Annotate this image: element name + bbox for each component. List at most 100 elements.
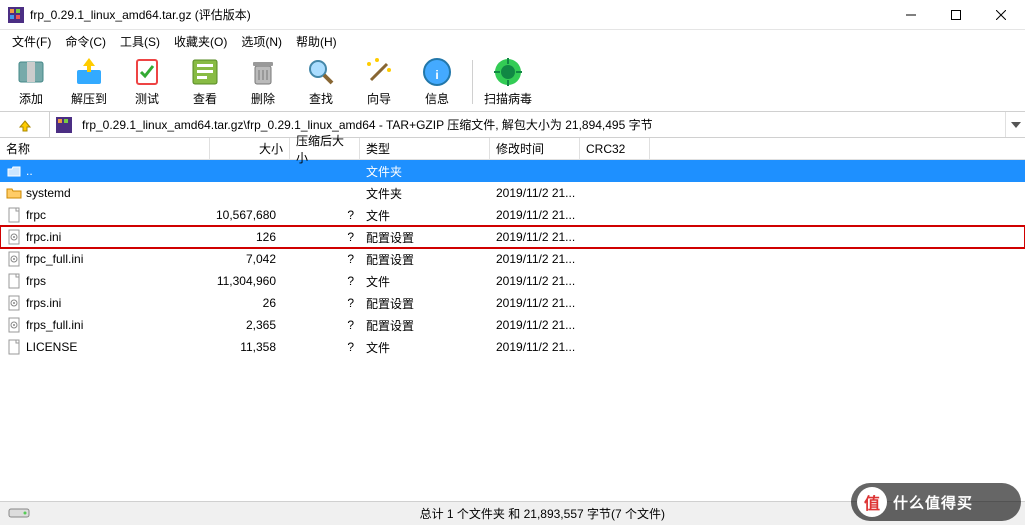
cell-packed: ? <box>290 340 360 354</box>
col-size[interactable]: 大小 <box>210 138 290 159</box>
search-icon <box>305 56 337 88</box>
cell-date: 2019/11/2 21... <box>490 296 580 310</box>
cell-size: 2,365 <box>210 318 290 332</box>
cell-packed: ? <box>290 318 360 332</box>
watermark-text: 什么值得买 <box>893 492 973 513</box>
menu-command[interactable]: 命令(C) <box>59 31 112 52</box>
watermark: 值 什么值得买 <box>851 483 1021 521</box>
cell-date: 2019/11/2 21... <box>490 208 580 222</box>
menu-options[interactable]: 选项(N) <box>235 31 288 52</box>
path-input[interactable] <box>78 112 1005 137</box>
cell-name: frpc <box>0 207 210 223</box>
col-type[interactable]: 类型 <box>360 138 490 159</box>
col-packed[interactable]: 压缩后大小 <box>290 138 360 159</box>
close-button[interactable] <box>978 1 1023 29</box>
svg-text:i: i <box>435 68 438 82</box>
wizard-button[interactable]: 向导 <box>354 56 404 107</box>
cell-type: 配置设置 <box>360 251 490 268</box>
table-row[interactable]: systemd 文件夹2019/11/2 21... <box>0 182 1025 204</box>
cell-name: frpc.ini <box>0 229 210 245</box>
col-name[interactable]: 名称 <box>0 138 210 159</box>
virus-icon <box>492 56 524 88</box>
cell-type: 文件 <box>360 273 490 290</box>
table-row[interactable]: frpc.ini126?配置设置2019/11/2 21... <box>0 226 1025 248</box>
test-button[interactable]: 测试 <box>122 56 172 107</box>
menu-file[interactable]: 文件(F) <box>6 31 57 52</box>
cell-date: 2019/11/2 21... <box>490 318 580 332</box>
window-title: frp_0.29.1_linux_amd64.tar.gz (评估版本) <box>30 6 888 23</box>
table-row[interactable]: frps.ini26?配置设置2019/11/2 21... <box>0 292 1025 314</box>
drive-icon <box>8 506 30 523</box>
menu-favorites[interactable]: 收藏夹(O) <box>168 31 233 52</box>
cell-date: 2019/11/2 21... <box>490 340 580 354</box>
archive-icon-small <box>50 112 78 137</box>
table-row[interactable]: .. 文件夹 <box>0 160 1025 182</box>
cell-type: 文件夹 <box>360 163 490 180</box>
menu-help[interactable]: 帮助(H) <box>290 31 343 52</box>
extract-button[interactable]: 解压到 <box>64 56 114 107</box>
table-row[interactable]: LICENSE11,358?文件2019/11/2 21... <box>0 336 1025 358</box>
cell-packed: ? <box>290 274 360 288</box>
delete-button[interactable]: 删除 <box>238 56 288 107</box>
wand-icon <box>363 56 395 88</box>
extract-icon <box>73 56 105 88</box>
cell-size: 126 <box>210 230 290 244</box>
cell-name: .. <box>0 163 210 179</box>
file-list[interactable]: ..文件夹systemd文件夹2019/11/2 21...frpc10,567… <box>0 160 1025 490</box>
pathbar <box>0 112 1025 138</box>
cell-packed: ? <box>290 296 360 310</box>
minimize-button[interactable] <box>888 1 933 29</box>
cell-name: frps_full.ini <box>0 317 210 333</box>
cell-size: 10,567,680 <box>210 208 290 222</box>
toolbar: 添加 解压到 测试 查看 删除 查找 向导 i信息 扫描病毒 <box>0 52 1025 112</box>
view-button[interactable]: 查看 <box>180 56 230 107</box>
cell-packed: ? <box>290 208 360 222</box>
col-date[interactable]: 修改时间 <box>490 138 580 159</box>
status-text: 总计 1 个文件夹 和 21,893,557 字节(7 个文件) <box>420 505 665 522</box>
find-button[interactable]: 查找 <box>296 56 346 107</box>
cell-type: 文件 <box>360 207 490 224</box>
cell-packed: ? <box>290 252 360 266</box>
view-icon <box>189 56 221 88</box>
cell-name: frps.ini <box>0 295 210 311</box>
cell-type: 文件夹 <box>360 185 490 202</box>
cell-packed: ? <box>290 230 360 244</box>
cell-name: frps <box>0 273 210 289</box>
cell-name: systemd <box>0 185 210 201</box>
archive-icon <box>15 56 47 88</box>
table-row[interactable]: frps11,304,960?文件2019/11/2 21... <box>0 270 1025 292</box>
cell-size: 7,042 <box>210 252 290 266</box>
cell-size: 26 <box>210 296 290 310</box>
cell-date: 2019/11/2 21... <box>490 230 580 244</box>
scan-button[interactable]: 扫描病毒 <box>483 56 533 107</box>
menubar: 文件(F) 命令(C) 工具(S) 收藏夹(O) 选项(N) 帮助(H) <box>0 30 1025 52</box>
app-icon <box>8 7 24 23</box>
table-row[interactable]: frpc10,567,680?文件2019/11/2 21... <box>0 204 1025 226</box>
cell-type: 配置设置 <box>360 317 490 334</box>
column-headers: 名称 大小 压缩后大小 类型 修改时间 CRC32 <box>0 138 1025 160</box>
up-folder-button[interactable] <box>0 112 50 137</box>
info-button[interactable]: i信息 <box>412 56 462 107</box>
col-crc[interactable]: CRC32 <box>580 138 650 159</box>
toolbar-separator <box>472 60 473 104</box>
table-row[interactable]: frps_full.ini2,365?配置设置2019/11/2 21... <box>0 314 1025 336</box>
cell-date: 2019/11/2 21... <box>490 274 580 288</box>
cell-date: 2019/11/2 21... <box>490 186 580 200</box>
table-row[interactable]: frpc_full.ini7,042?配置设置2019/11/2 21... <box>0 248 1025 270</box>
watermark-icon: 值 <box>857 487 887 517</box>
cell-type: 文件 <box>360 339 490 356</box>
path-dropdown[interactable] <box>1005 112 1025 137</box>
maximize-button[interactable] <box>933 1 978 29</box>
menu-tools[interactable]: 工具(S) <box>114 31 166 52</box>
test-icon <box>131 56 163 88</box>
trash-icon <box>247 56 279 88</box>
add-button[interactable]: 添加 <box>6 56 56 107</box>
cell-name: LICENSE <box>0 339 210 355</box>
cell-date: 2019/11/2 21... <box>490 252 580 266</box>
cell-size: 11,304,960 <box>210 274 290 288</box>
cell-name: frpc_full.ini <box>0 251 210 267</box>
titlebar: frp_0.29.1_linux_amd64.tar.gz (评估版本) <box>0 0 1025 30</box>
cell-type: 配置设置 <box>360 229 490 246</box>
info-icon: i <box>421 56 453 88</box>
cell-type: 配置设置 <box>360 295 490 312</box>
